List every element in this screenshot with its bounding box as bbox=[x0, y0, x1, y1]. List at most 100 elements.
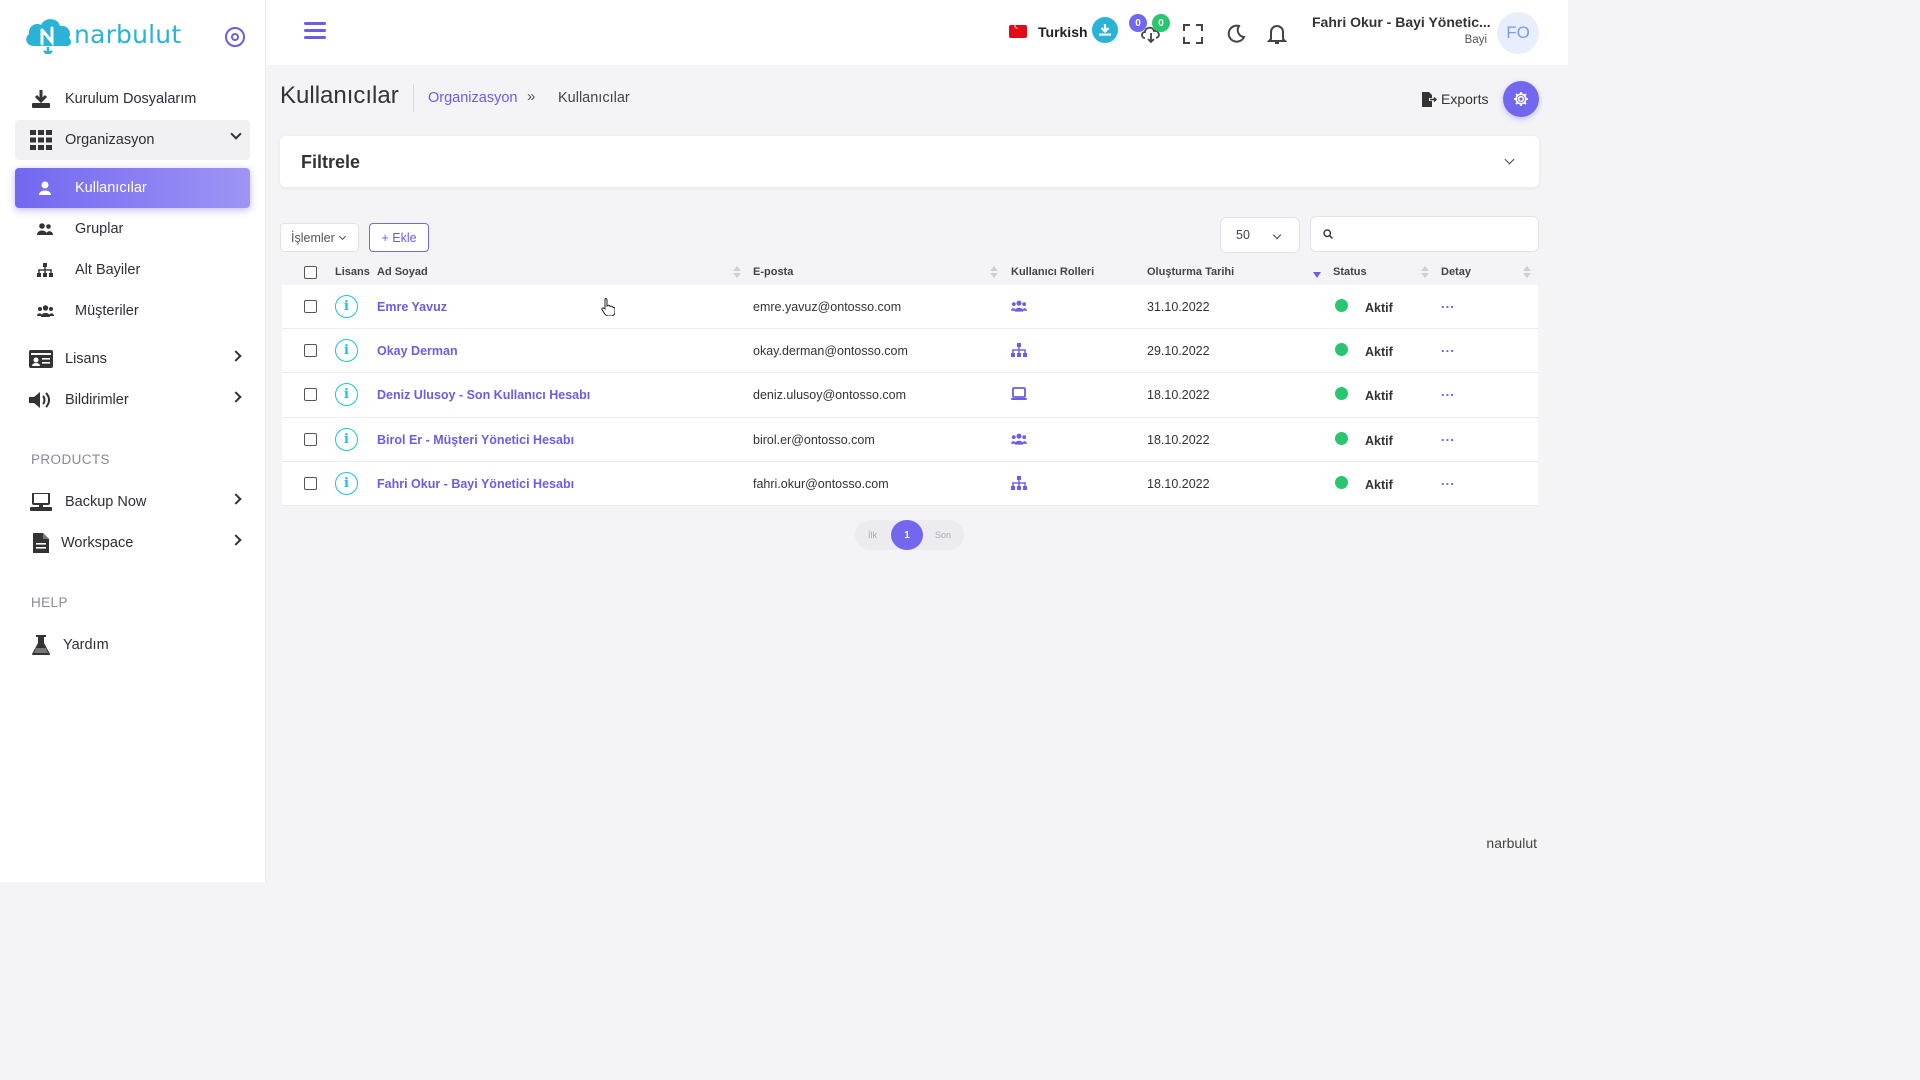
pagination-last[interactable]: Son bbox=[935, 530, 951, 540]
table-row[interactable]: i Fahri Okur - Bayi Yönetici Hesabı fahr… bbox=[282, 462, 1538, 506]
hamburger-menu-icon[interactable] bbox=[304, 22, 326, 40]
detail-button[interactable]: ... bbox=[1441, 340, 1455, 355]
sidebar-item-yardim[interactable]: Yardım bbox=[15, 625, 250, 665]
grid-icon bbox=[29, 128, 53, 152]
pagination-first[interactable]: İlk bbox=[868, 530, 877, 540]
select-all-checkbox[interactable] bbox=[304, 266, 317, 279]
column-header-status[interactable]: Status bbox=[1333, 266, 1367, 278]
table-row[interactable]: i Birol Er - Müşteri Yönetici Hesabı bir… bbox=[282, 418, 1538, 462]
row-checkbox[interactable] bbox=[304, 476, 317, 490]
users-icon bbox=[1011, 433, 1027, 445]
moon-icon[interactable] bbox=[1226, 24, 1248, 46]
column-header-e-posta[interactable]: E-posta bbox=[753, 266, 793, 278]
add-button[interactable]: + Ekle bbox=[369, 223, 429, 252]
sidebar-item-label: Kurulum Dosyalarım bbox=[65, 91, 197, 107]
sidebar-item-lisans[interactable]: Lisans bbox=[15, 339, 250, 379]
pagination-current-page[interactable]: 1 bbox=[891, 520, 923, 550]
avatar[interactable]: FO bbox=[1497, 12, 1539, 54]
user-name-link[interactable]: Emre Yavuz bbox=[377, 300, 447, 314]
table-body: i Emre Yavuz emre.yavuz@ontosso.com 31.1… bbox=[282, 285, 1538, 506]
user-name[interactable]: Fahri Okur - Bayi Yönetic... bbox=[1312, 14, 1492, 30]
cloud-logo-icon bbox=[26, 19, 72, 54]
logo[interactable]: narbulut bbox=[22, 14, 181, 54]
sidebar-item-gruplar[interactable]: Gruplar bbox=[15, 209, 250, 249]
table-row[interactable]: i Deniz Ulusoy - Son Kullanıcı Hesabı de… bbox=[282, 373, 1538, 418]
table-row[interactable]: i Emre Yavuz emre.yavuz@ontosso.com 31.1… bbox=[282, 285, 1538, 330]
user-email: fahri.okur@ontosso.com bbox=[753, 476, 889, 491]
sidebar-item-musteriler[interactable]: Müşteriler bbox=[15, 291, 250, 331]
user-email: okay.derman@ontosso.com bbox=[753, 344, 908, 359]
user-name-link[interactable]: Deniz Ulusoy - Son Kullanıcı Hesabı bbox=[377, 388, 590, 402]
info-icon[interactable]: i bbox=[335, 383, 358, 407]
chevron-right-icon bbox=[230, 391, 242, 403]
server-network-icon bbox=[29, 490, 53, 514]
chevron-down-icon bbox=[1272, 230, 1282, 240]
sidebar-item-organizasyon[interactable]: Organizasyon bbox=[15, 120, 250, 160]
sitemap-icon bbox=[33, 258, 57, 282]
users-icon bbox=[33, 299, 57, 323]
chevron-right-icon bbox=[230, 534, 242, 546]
search-input[interactable] bbox=[1341, 225, 1531, 243]
filter-panel[interactable]: Filtrele bbox=[280, 136, 1539, 187]
sort-icon[interactable] bbox=[1523, 266, 1531, 280]
column-header-olusturma-tarihi[interactable]: Oluşturma Tarihi bbox=[1147, 266, 1234, 278]
settings-button[interactable] bbox=[1503, 81, 1539, 117]
sidebar-collapse-toggle[interactable] bbox=[225, 27, 245, 47]
sort-icon[interactable] bbox=[733, 266, 741, 280]
sidebar-item-alt-bayiler[interactable]: Alt Bayiler bbox=[15, 250, 250, 290]
section-label-products: PRODUCTS bbox=[31, 452, 110, 467]
column-header-ad-soyad[interactable]: Ad Soyad bbox=[377, 266, 428, 278]
table-row[interactable]: i Okay Derman okay.derman@ontosso.com 29… bbox=[282, 329, 1538, 374]
language-selector[interactable]: Turkish bbox=[1038, 24, 1088, 40]
sidebar-item-label: Organizasyon bbox=[65, 132, 155, 148]
sidebar-item-backup-now[interactable]: Backup Now bbox=[15, 482, 250, 522]
row-checkbox[interactable] bbox=[304, 344, 317, 358]
sidebar: narbulut Kurulum Dosyalarım Organizasyon… bbox=[0, 0, 266, 882]
created-date: 31.10.2022 bbox=[1147, 300, 1210, 314]
sidebar-item-workspace[interactable]: Workspace bbox=[15, 523, 250, 563]
pagination: İlk 1 Son bbox=[855, 520, 964, 550]
row-checkbox[interactable] bbox=[304, 432, 317, 446]
search-box[interactable] bbox=[1310, 216, 1539, 252]
sidebar-item-bildirimler[interactable]: Bildirimler bbox=[15, 380, 250, 420]
breadcrumb-organizasyon[interactable]: Organizasyon bbox=[428, 90, 517, 106]
info-icon[interactable]: i bbox=[335, 339, 358, 363]
sort-desc-icon[interactable] bbox=[1313, 272, 1321, 278]
sidebar-item-kurulum-dosyalarim[interactable]: Kurulum Dosyalarım bbox=[15, 79, 250, 119]
user-name-link[interactable]: Okay Derman bbox=[377, 344, 458, 358]
user-email: deniz.ulusoy@ontosso.com bbox=[753, 388, 907, 403]
detail-button[interactable]: ... bbox=[1441, 384, 1455, 399]
status-badge: Aktif bbox=[1365, 345, 1393, 360]
detail-button[interactable]: ... bbox=[1441, 296, 1455, 311]
download-icon[interactable] bbox=[1092, 17, 1118, 43]
notification-badge-primary: 0 bbox=[1129, 14, 1147, 32]
sidebar-item-label: Backup Now bbox=[65, 494, 147, 510]
status-dot bbox=[1335, 431, 1348, 445]
detail-button[interactable]: ... bbox=[1441, 429, 1455, 444]
status-dot bbox=[1335, 475, 1348, 489]
row-checkbox[interactable] bbox=[304, 388, 317, 402]
user-name-link[interactable]: Birol Er - Müşteri Yönetici Hesabı bbox=[377, 433, 574, 447]
detail-button[interactable]: ... bbox=[1441, 473, 1455, 488]
sort-icon[interactable] bbox=[1421, 266, 1429, 280]
column-header-lisans: Lisans bbox=[335, 266, 370, 278]
sidebar-item-kullanicilar[interactable]: Kullanıcılar bbox=[15, 168, 250, 208]
user-name-link[interactable]: Fahri Okur - Bayi Yönetici Hesabı bbox=[377, 477, 574, 491]
info-icon[interactable]: i bbox=[335, 471, 358, 495]
fullscreen-icon[interactable] bbox=[1183, 24, 1205, 46]
info-icon[interactable]: i bbox=[335, 295, 358, 318]
gear-icon bbox=[1514, 92, 1528, 106]
bell-icon[interactable] bbox=[1266, 23, 1289, 45]
page-size-select[interactable]: 50 bbox=[1220, 217, 1300, 253]
breadcrumb-current: Kullanıcılar bbox=[558, 90, 630, 106]
exports-button[interactable]: Exports bbox=[1422, 91, 1488, 107]
chevron-down-icon[interactable] bbox=[1504, 154, 1515, 165]
row-checkbox[interactable] bbox=[304, 300, 317, 313]
column-header-detay[interactable]: Detay bbox=[1441, 266, 1471, 278]
user-role: Bayi bbox=[1464, 34, 1487, 46]
info-icon[interactable]: i bbox=[335, 427, 358, 451]
sort-icon[interactable] bbox=[990, 266, 998, 280]
footer-brand: narbulut bbox=[1486, 835, 1537, 851]
filter-title: Filtrele bbox=[301, 152, 361, 172]
operations-dropdown[interactable]: İşlemler bbox=[280, 223, 359, 252]
